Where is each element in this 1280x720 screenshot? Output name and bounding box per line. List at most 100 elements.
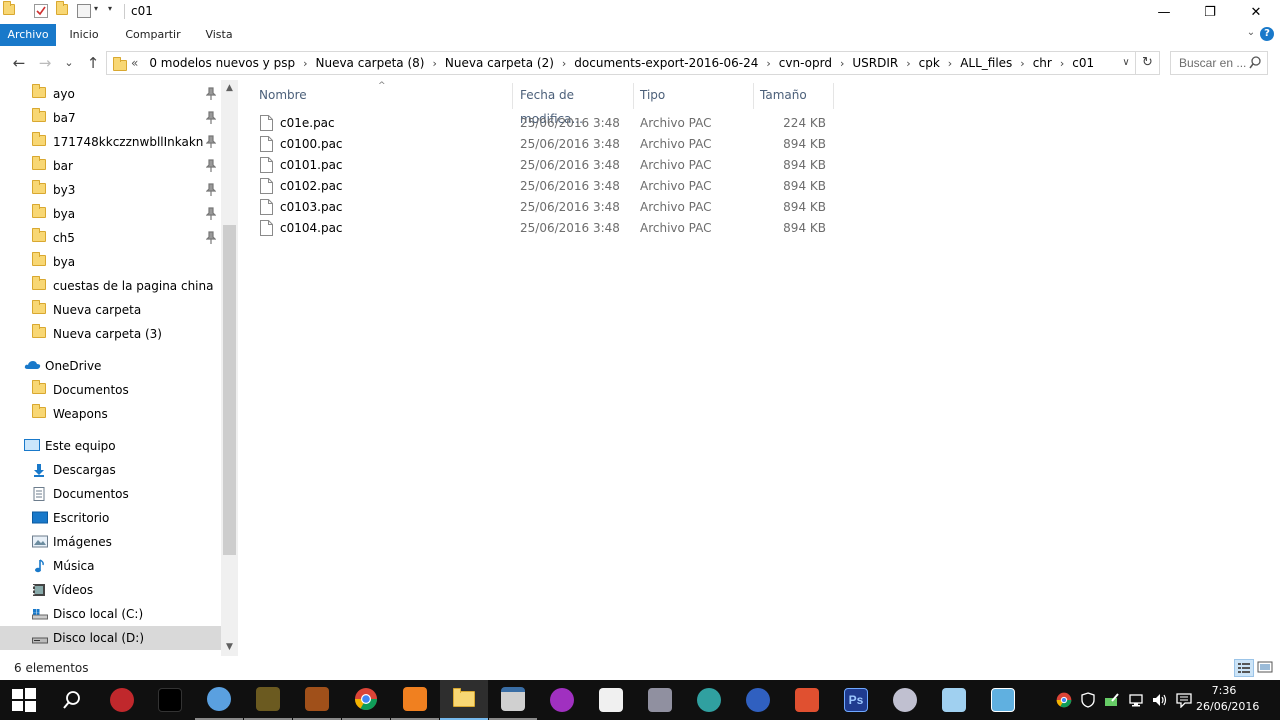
view-icon[interactable] (77, 4, 91, 18)
column-header-type[interactable]: Tipo (634, 83, 754, 109)
breadcrumb-chevron-icon[interactable]: › (559, 57, 569, 70)
expand-ribbon-icon[interactable]: ⌄ (1244, 27, 1258, 41)
close-button[interactable]: ✕ (1233, 0, 1279, 24)
breadcrumb-chevron-icon[interactable]: › (300, 57, 310, 70)
sidebar-item-disco-d[interactable]: Disco local (D:) (0, 626, 221, 650)
network-tray-icon[interactable] (1128, 692, 1144, 708)
sidebar-item-ayo[interactable]: ayo (0, 82, 221, 106)
pin-icon[interactable] (206, 183, 216, 197)
taskbar-app[interactable] (587, 680, 635, 720)
sidebar-item-este-equipo[interactable]: Este equipo (0, 434, 221, 458)
taskbar-app[interactable] (146, 680, 194, 720)
breadcrumb-chevron-icon[interactable]: › (1057, 57, 1067, 70)
pin-icon[interactable] (206, 87, 216, 101)
address-bar[interactable]: « 0 modelos nuevos y psp › Nueva carpeta… (106, 51, 1160, 75)
refresh-button[interactable]: ↻ (1135, 52, 1159, 74)
breadcrumb-item[interactable]: ALL_files (955, 56, 1017, 70)
sidebar-item-ch5[interactable]: ch5 (0, 226, 221, 250)
table-row[interactable]: c0102.pac 25/06/2016 3:48 Archivo PAC 89… (254, 176, 834, 197)
sidebar-item-bya[interactable]: bya (0, 202, 221, 226)
breadcrumb-chevron-icon[interactable]: › (1017, 57, 1027, 70)
taskbar-app[interactable] (685, 680, 733, 720)
breadcrumb-item[interactable]: chr (1028, 56, 1057, 70)
sidebar-item-bya-2[interactable]: bya (0, 250, 221, 274)
taskbar-app[interactable] (342, 680, 390, 720)
sidebar-item-onedrive[interactable]: OneDrive (0, 354, 221, 378)
sidebar-item-musica[interactable]: Música (0, 554, 221, 578)
pin-icon[interactable] (206, 207, 216, 221)
breadcrumb-item[interactable]: Nueva carpeta (8) (310, 56, 429, 70)
sidebar-item-imagenes[interactable]: Imágenes (0, 530, 221, 554)
breadcrumb-item[interactable]: Nueva carpeta (2) (440, 56, 559, 70)
breadcrumb-chevron-icon[interactable]: › (837, 57, 847, 70)
scroll-up-button[interactable]: ▲ (221, 80, 238, 97)
taskbar-app[interactable] (244, 680, 292, 720)
breadcrumb-chevron-icon[interactable]: › (945, 57, 955, 70)
table-row[interactable]: c0104.pac 25/06/2016 3:48 Archivo PAC 89… (254, 218, 834, 239)
pin-icon[interactable] (206, 135, 216, 149)
sidebar-item-documentos[interactable]: Documentos (0, 482, 221, 506)
breadcrumb-item[interactable]: cpk (914, 56, 945, 70)
tab-compartir[interactable]: Compartir (120, 24, 186, 46)
volume-tray-icon[interactable] (1152, 692, 1168, 708)
search-button[interactable] (48, 680, 96, 720)
tab-vista[interactable]: Vista (198, 24, 240, 46)
taskbar-app[interactable] (734, 680, 782, 720)
taskbar-app[interactable] (783, 680, 831, 720)
properties-icon[interactable] (34, 4, 48, 18)
sidebar-scrollbar[interactable]: ▲ ▼ (221, 80, 238, 656)
taskbar-app[interactable] (930, 680, 978, 720)
breadcrumb-item[interactable]: cvn-oprd (774, 56, 837, 70)
maximize-button[interactable]: ❐ (1187, 0, 1233, 24)
customize-toolbar-icon[interactable]: ▾ (94, 4, 108, 18)
taskbar-app[interactable] (440, 680, 488, 720)
chrome-tray-icon[interactable] (1056, 692, 1072, 708)
table-row[interactable]: c0100.pac 25/06/2016 3:48 Archivo PAC 89… (254, 134, 834, 155)
sidebar-item-171748[interactable]: 171748kkczznwbllInkakn (0, 130, 221, 154)
column-header-date[interactable]: Fecha de modifica... (514, 83, 634, 126)
address-dropdown-icon[interactable]: ∨ (1119, 55, 1133, 71)
back-button[interactable]: ← (10, 54, 28, 72)
recent-locations-button[interactable]: ⌄ (60, 54, 78, 72)
table-row[interactable]: c01e.pac 25/06/2016 3:48 Archivo PAC 224… (254, 113, 834, 134)
sidebar-item-by3[interactable]: by3 (0, 178, 221, 202)
breadcrumb-item[interactable]: documents-export-2016-06-24 (569, 56, 763, 70)
breadcrumb-item[interactable]: USRDIR (847, 56, 903, 70)
sidebar-item-videos[interactable]: Vídeos (0, 578, 221, 602)
new-folder-icon[interactable] (56, 1, 70, 18)
sidebar-item-cuestas[interactable]: cuestas de la pagina china (0, 274, 221, 298)
help-icon[interactable]: ? (1260, 27, 1274, 41)
edit-tray-icon[interactable] (1104, 692, 1120, 708)
clock[interactable]: 7:36 26/06/2016 (1196, 683, 1259, 715)
taskbar-app[interactable] (195, 680, 243, 720)
taskbar-app[interactable] (979, 680, 1027, 720)
notifications-tray-icon[interactable] (1176, 692, 1192, 709)
sidebar-item-weapons[interactable]: Weapons (0, 402, 221, 426)
sidebar-item-descargas[interactable]: Descargas (0, 458, 221, 482)
taskbar-app[interactable] (636, 680, 684, 720)
breadcrumb-chevron-icon[interactable]: › (763, 57, 773, 70)
taskbar-app[interactable] (538, 680, 586, 720)
pin-icon[interactable] (206, 111, 216, 125)
up-button[interactable]: ↑ (84, 54, 102, 72)
shield-tray-icon[interactable] (1080, 692, 1096, 708)
search-icon[interactable] (1249, 56, 1261, 70)
forward-button[interactable]: → (36, 54, 54, 72)
details-view-button[interactable] (1234, 659, 1254, 677)
scroll-down-button[interactable]: ▼ (221, 639, 238, 656)
breadcrumb-current[interactable]: c01 (1067, 56, 1099, 70)
minimize-button[interactable]: — (1141, 0, 1187, 24)
large-icons-view-button[interactable] (1256, 659, 1276, 677)
sidebar-item-ba7[interactable]: ba7 (0, 106, 221, 130)
tab-inicio[interactable]: Inicio (62, 24, 106, 46)
sidebar-item-bar[interactable]: bar (0, 154, 221, 178)
sidebar-item-nueva-carpeta-3[interactable]: Nueva carpeta (3) (0, 322, 221, 346)
sidebar-item-escritorio[interactable]: Escritorio (0, 506, 221, 530)
pin-icon[interactable] (206, 231, 216, 245)
quick-access-dropdown-icon[interactable]: ▾ (108, 4, 122, 18)
taskbar-app[interactable]: Ps (832, 680, 880, 720)
breadcrumb-overflow[interactable]: « (131, 56, 138, 70)
table-row[interactable]: c0101.pac 25/06/2016 3:48 Archivo PAC 89… (254, 155, 834, 176)
sidebar-item-onedrive-documentos[interactable]: Documentos (0, 378, 221, 402)
taskbar-app[interactable] (489, 680, 537, 720)
